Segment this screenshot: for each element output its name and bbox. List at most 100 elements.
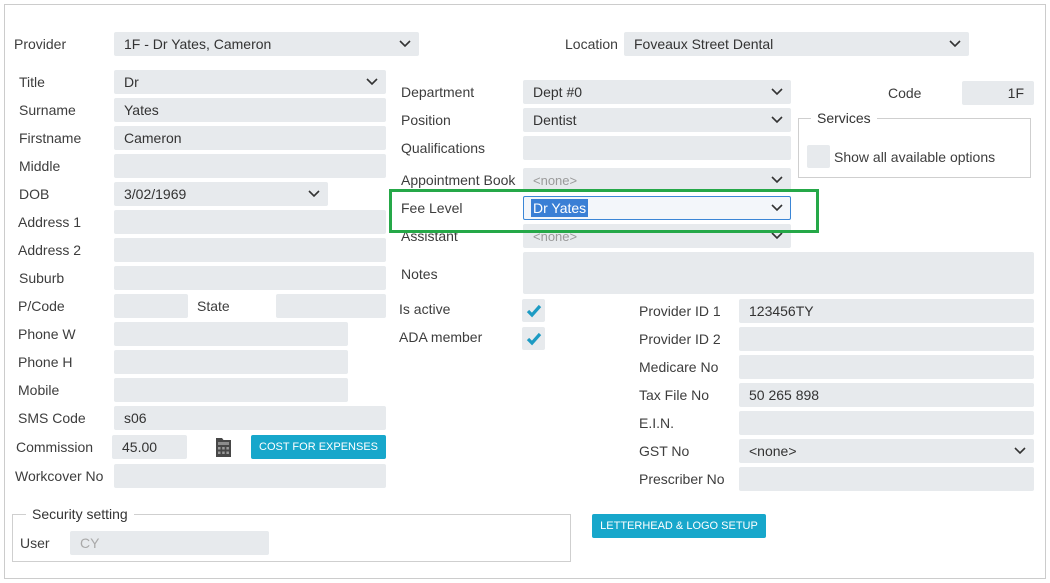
calculator-icon[interactable] <box>214 436 233 458</box>
provider-label: Provider <box>14 36 67 52</box>
cost-for-expenses-button[interactable]: COST FOR EXPENSES <box>251 435 386 459</box>
address1-field[interactable] <box>114 210 386 234</box>
is-active-checkbox[interactable] <box>522 299 545 322</box>
phone-work-field[interactable] <box>114 322 348 346</box>
position-select[interactable]: Dentist <box>523 108 791 132</box>
tax-file-no-label: Tax File No <box>639 387 710 403</box>
show-all-options-label: Show all available options <box>834 149 996 165</box>
notes-textarea[interactable] <box>523 252 1034 294</box>
dob-value: 3/02/1969 <box>124 186 187 202</box>
phone-home-field[interactable] <box>114 350 348 374</box>
address2-field[interactable] <box>114 238 386 262</box>
show-all-options-checkbox[interactable] <box>807 145 830 168</box>
ein-label: E.I.N. <box>639 415 675 431</box>
is-active-label: Is active <box>399 301 451 317</box>
code-label: Code <box>888 85 922 101</box>
surname-label: Surname <box>19 102 76 118</box>
medicare-no-label: Medicare No <box>639 359 719 375</box>
assistant-select[interactable]: <none> <box>523 224 791 248</box>
suburb-field[interactable] <box>114 266 386 290</box>
code-field[interactable] <box>962 81 1034 105</box>
security-setting-legend: Security setting <box>26 502 134 526</box>
provider-id-1-field[interactable] <box>739 299 1034 323</box>
gst-no-label: GST No <box>639 443 690 459</box>
provider-select-value: 1F - Dr Yates, Cameron <box>124 36 272 52</box>
title-label: Title <box>19 74 45 90</box>
commission-field[interactable] <box>112 435 187 459</box>
position-label: Position <box>401 112 451 128</box>
department-select-value: Dept #0 <box>533 84 583 100</box>
firstname-label: Firstname <box>19 130 82 146</box>
chevron-down-icon <box>308 190 320 198</box>
fee-level-select[interactable]: Dr Yates <box>523 196 791 220</box>
user-label: User <box>20 535 50 551</box>
checkmark-icon <box>526 304 542 318</box>
checkmark-icon <box>526 332 542 346</box>
services-legend: Services <box>811 106 877 130</box>
provider-select[interactable]: 1F - Dr Yates, Cameron <box>114 32 419 56</box>
phone-home-label: Phone H <box>18 354 73 370</box>
letterhead-logo-setup-button[interactable]: LETTERHEAD & LOGO SETUP <box>592 514 766 538</box>
services-group: Services Show all available options <box>798 106 1031 178</box>
dob-label: DOB <box>19 186 50 202</box>
commission-label: Commission <box>16 439 94 455</box>
address2-label: Address 2 <box>18 242 82 258</box>
prescriber-no-field[interactable] <box>739 467 1034 491</box>
mobile-label: Mobile <box>18 382 60 398</box>
qualifications-field[interactable] <box>523 136 791 160</box>
qualifications-label: Qualifications <box>401 140 486 156</box>
chevron-down-icon <box>366 78 378 86</box>
mobile-field[interactable] <box>114 378 348 402</box>
chevron-down-icon <box>771 176 783 184</box>
assistant-label: Assistant <box>401 228 458 244</box>
assistant-select-value: <none> <box>533 229 578 244</box>
provider-id-1-label: Provider ID 1 <box>639 303 721 319</box>
notes-label: Notes <box>401 266 438 282</box>
provider-id-2-label: Provider ID 2 <box>639 331 721 347</box>
gst-no-select[interactable]: <none> <box>739 439 1034 463</box>
chevron-down-icon <box>771 204 783 212</box>
chevron-down-icon <box>1014 447 1026 455</box>
postcode-field[interactable] <box>114 294 188 318</box>
suburb-label: Suburb <box>19 270 65 286</box>
appointment-book-select-value: <none> <box>533 173 578 188</box>
address1-label: Address 1 <box>18 214 82 230</box>
location-label: Location <box>565 36 618 52</box>
state-field[interactable] <box>276 294 386 318</box>
workcover-label: Workcover No <box>15 468 104 484</box>
chevron-down-icon <box>399 40 411 48</box>
chevron-down-icon <box>949 40 961 48</box>
location-select[interactable]: Foveaux Street Dental <box>624 32 969 56</box>
appointment-book-select[interactable]: <none> <box>523 168 791 192</box>
fee-level-select-value: Dr Yates <box>531 199 589 217</box>
department-label: Department <box>401 84 475 100</box>
workcover-field[interactable] <box>114 464 386 488</box>
postcode-label: P/Code <box>18 298 65 314</box>
position-select-value: Dentist <box>533 112 577 128</box>
ada-member-checkbox[interactable] <box>522 327 545 350</box>
medicare-no-field[interactable] <box>739 355 1034 379</box>
state-label: State <box>197 298 230 314</box>
ein-field[interactable] <box>739 411 1034 435</box>
gst-no-select-value: <none> <box>749 443 797 459</box>
middle-label: Middle <box>19 158 61 174</box>
security-setting-group: Security setting User <box>12 502 571 562</box>
middle-name-field[interactable] <box>114 154 386 178</box>
title-select[interactable]: Dr <box>114 70 386 94</box>
department-select[interactable]: Dept #0 <box>523 80 791 104</box>
sms-code-field[interactable] <box>114 406 386 430</box>
ada-member-label: ADA member <box>399 329 483 345</box>
chevron-down-icon <box>771 232 783 240</box>
surname-field[interactable] <box>114 98 386 122</box>
firstname-field[interactable] <box>114 126 386 150</box>
tax-file-no-field[interactable] <box>739 383 1034 407</box>
phone-work-label: Phone W <box>18 326 76 342</box>
chevron-down-icon <box>771 116 783 124</box>
provider-id-2-field[interactable] <box>739 327 1034 351</box>
dob-date-picker[interactable]: 3/02/1969 <box>114 182 328 206</box>
user-field <box>70 531 269 555</box>
location-select-value: Foveaux Street Dental <box>634 36 774 52</box>
appointment-book-label: Appointment Book <box>401 172 516 188</box>
sms-code-label: SMS Code <box>18 410 86 426</box>
fee-level-label: Fee Level <box>401 200 463 216</box>
